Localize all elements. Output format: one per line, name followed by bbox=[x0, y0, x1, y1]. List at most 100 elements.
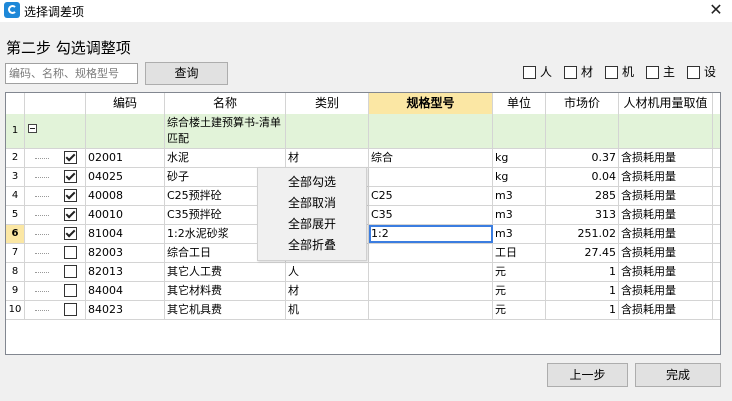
cell-price[interactable]: 0.37 bbox=[546, 149, 619, 167]
query-button[interactable]: 查询 bbox=[145, 62, 228, 85]
col-header-code[interactable]: 编码 bbox=[86, 93, 165, 114]
row-checkbox[interactable] bbox=[64, 208, 77, 221]
search-input[interactable] bbox=[5, 63, 138, 84]
cell-price[interactable]: 1 bbox=[546, 282, 619, 300]
cell-unit[interactable]: m3 bbox=[493, 225, 546, 243]
row-number: 7 bbox=[6, 244, 25, 262]
cell-unit[interactable]: 元 bbox=[493, 263, 546, 281]
menu-expand-all[interactable]: 全部展开 bbox=[258, 214, 366, 234]
cell-spec[interactable] bbox=[369, 263, 493, 281]
cell-qty[interactable]: 含损耗用量 bbox=[619, 225, 713, 243]
cell-code[interactable]: 04025 bbox=[86, 168, 165, 186]
row-checkbox[interactable] bbox=[64, 284, 77, 297]
cell-name[interactable]: 其它材料费 bbox=[165, 282, 286, 300]
cell-name[interactable]: 水泥 bbox=[165, 149, 286, 167]
cell-code[interactable]: 84004 bbox=[86, 282, 165, 300]
cell-qty[interactable]: 含损耗用量 bbox=[619, 206, 713, 224]
cell-name[interactable]: 其它人工费 bbox=[165, 263, 286, 281]
col-header-spec[interactable]: 规格型号 bbox=[369, 93, 493, 114]
cell-qty[interactable]: 含损耗用量 bbox=[619, 244, 713, 262]
cell-price[interactable]: 1 bbox=[546, 301, 619, 319]
cell-unit[interactable]: 元 bbox=[493, 301, 546, 319]
cell-unit[interactable]: m3 bbox=[493, 206, 546, 224]
cell-type[interactable]: 人 bbox=[286, 263, 369, 281]
cell-price[interactable]: 251.02 bbox=[546, 225, 619, 243]
cell-type[interactable]: 材 bbox=[286, 149, 369, 167]
cell-spec[interactable]: C25 bbox=[369, 187, 493, 205]
table-row[interactable]: 8 82013 其它人工费人 元 1 含损耗用量 bbox=[6, 263, 720, 282]
cell-qty[interactable]: 含损耗用量 bbox=[619, 187, 713, 205]
cell-qty[interactable]: 含损耗用量 bbox=[619, 168, 713, 186]
filter-checkbox[interactable] bbox=[605, 66, 618, 79]
col-header-price[interactable]: 市场价 bbox=[546, 93, 619, 114]
cell-unit[interactable]: 工日 bbox=[493, 244, 546, 262]
cell-code[interactable]: 82003 bbox=[86, 244, 165, 262]
cell-qty[interactable]: 含损耗用量 bbox=[619, 282, 713, 300]
filter-checkbox[interactable] bbox=[646, 66, 659, 79]
menu-uncheck-all[interactable]: 全部取消 bbox=[258, 193, 366, 213]
cell-unit bbox=[493, 114, 546, 148]
cell-type[interactable]: 材 bbox=[286, 282, 369, 300]
cell-qty[interactable]: 含损耗用量 bbox=[619, 263, 713, 281]
row-number: 2 bbox=[6, 149, 25, 167]
cell-unit[interactable]: kg bbox=[493, 168, 546, 186]
row-checkbox[interactable] bbox=[64, 246, 77, 259]
cell-code[interactable]: 40010 bbox=[86, 206, 165, 224]
cell-spec[interactable]: 1:2 bbox=[369, 225, 493, 243]
row-checkbox[interactable] bbox=[64, 303, 77, 316]
menu-collapse-all[interactable]: 全部折叠 bbox=[258, 235, 366, 255]
prev-step-button[interactable]: 上一步 bbox=[547, 363, 628, 387]
row-checkbox[interactable] bbox=[64, 189, 77, 202]
cell-code[interactable]: 82013 bbox=[86, 263, 165, 281]
filter-checkbox[interactable] bbox=[523, 66, 536, 79]
collapse-icon[interactable] bbox=[28, 124, 37, 133]
filter-checkbox[interactable] bbox=[564, 66, 577, 79]
col-header-type[interactable]: 类别 bbox=[286, 93, 369, 114]
cell-qty[interactable]: 含损耗用量 bbox=[619, 149, 713, 167]
cell-type[interactable]: 机 bbox=[286, 301, 369, 319]
group-toggle-cell bbox=[25, 114, 86, 148]
cell-spec[interactable]: C35 bbox=[369, 206, 493, 224]
cell-spec[interactable] bbox=[369, 168, 493, 186]
cell-spec[interactable] bbox=[369, 301, 493, 319]
finish-button[interactable]: 完成 bbox=[635, 363, 721, 387]
cell-price[interactable]: 27.45 bbox=[546, 244, 619, 262]
cell-code[interactable]: 81004 bbox=[86, 225, 165, 243]
cell-code[interactable]: 84023 bbox=[86, 301, 165, 319]
cell-price[interactable]: 313 bbox=[546, 206, 619, 224]
cell-spec[interactable]: 综合 bbox=[369, 149, 493, 167]
filter-checkbox[interactable] bbox=[687, 66, 700, 79]
tree-connector bbox=[35, 272, 49, 273]
row-checkbox[interactable] bbox=[64, 265, 77, 278]
cell-unit[interactable]: kg bbox=[493, 149, 546, 167]
group-row[interactable]: 1 综合楼土建预算书-清单匹配 bbox=[6, 114, 720, 149]
cell-price[interactable]: 285 bbox=[546, 187, 619, 205]
cell-qty[interactable]: 含损耗用量 bbox=[619, 301, 713, 319]
row-number: 1 bbox=[6, 114, 25, 148]
row-checkbox[interactable] bbox=[64, 151, 77, 164]
row-number: 6 bbox=[6, 225, 25, 243]
row-number: 10 bbox=[6, 301, 25, 319]
cell-code[interactable]: 02001 bbox=[86, 149, 165, 167]
row-checkbox[interactable] bbox=[64, 227, 77, 240]
col-header-qty[interactable]: 人材机用量取值 bbox=[619, 93, 713, 114]
col-header-unit[interactable]: 单位 bbox=[493, 93, 546, 114]
tree-connector bbox=[35, 234, 49, 235]
table-header: 编码 名称 类别 规格型号 单位 市场价 人材机用量取值 bbox=[6, 93, 720, 115]
cell-code[interactable]: 40008 bbox=[86, 187, 165, 205]
cell-name[interactable]: 其它机具费 bbox=[165, 301, 286, 319]
table-row[interactable]: 10 84023 其它机具费机 元 1 含损耗用量 bbox=[6, 301, 720, 320]
close-icon[interactable]: ✕ bbox=[706, 0, 726, 20]
col-header-name[interactable]: 名称 bbox=[165, 93, 286, 114]
table-row[interactable]: 2 02001 水泥材综合 kg 0.37 含损耗用量 bbox=[6, 149, 720, 168]
window-title: 选择调差项 bbox=[24, 5, 85, 19]
cell-price[interactable]: 0.04 bbox=[546, 168, 619, 186]
menu-check-all[interactable]: 全部勾选 bbox=[258, 172, 366, 192]
cell-spec[interactable] bbox=[369, 282, 493, 300]
cell-price[interactable]: 1 bbox=[546, 263, 619, 281]
cell-unit[interactable]: 元 bbox=[493, 282, 546, 300]
cell-spec[interactable] bbox=[369, 244, 493, 262]
row-checkbox[interactable] bbox=[64, 170, 77, 183]
table-row[interactable]: 9 84004 其它材料费材 元 1 含损耗用量 bbox=[6, 282, 720, 301]
cell-unit[interactable]: m3 bbox=[493, 187, 546, 205]
